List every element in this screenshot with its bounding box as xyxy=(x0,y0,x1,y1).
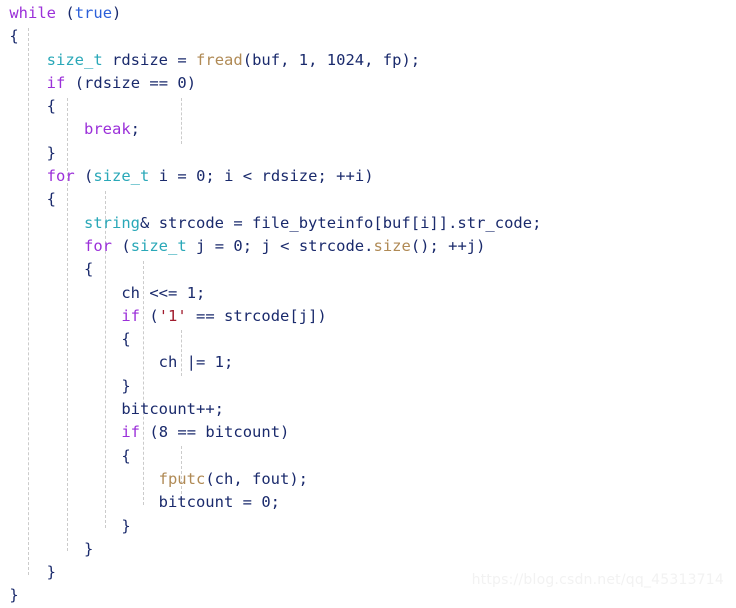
code-line-24: } xyxy=(0,539,94,558)
code-line-15: { xyxy=(0,330,131,349)
code-line-18: bitcount++; xyxy=(121,400,224,419)
code-line-5: { xyxy=(0,97,56,116)
code-line-7: } xyxy=(0,143,56,162)
code-line-21: fputc(ch, fout); xyxy=(158,469,309,488)
code-line-14: if ('1' == strcode[j]) xyxy=(121,306,327,325)
code-line-6: break; xyxy=(84,120,141,139)
code-line-20: { xyxy=(0,446,131,465)
code-line-19: if (8 == bitcount) xyxy=(121,423,290,442)
code-line-2: { xyxy=(0,27,19,46)
code-line-16: ch |= 1; xyxy=(158,353,234,372)
code-line-23: } xyxy=(0,516,131,535)
code-editor-view: while (true) { size_t rdsize = fread(buf… xyxy=(0,0,736,604)
code-lines: while (true) { size_t rdsize = fread(buf… xyxy=(0,0,736,608)
code-line-17: } xyxy=(0,376,131,395)
code-line-4: if (rdsize == 0) xyxy=(46,73,197,92)
code-line-22: bitcount = 0; xyxy=(158,493,281,512)
watermark: https://blog.csdn.net/qq_45313714 xyxy=(471,572,724,588)
code-line-12: { xyxy=(0,260,94,279)
code-line-13: ch <<= 1; xyxy=(121,283,206,302)
code-line-3: size_t rdsize = fread(buf, 1, 1024, fp); xyxy=(46,50,421,69)
code-line-8: for (size_t i = 0; i < rdsize; ++i) xyxy=(46,167,374,186)
code-line-9: { xyxy=(0,190,56,209)
code-line-11: for (size_t j = 0; j < strcode.size(); +… xyxy=(84,236,486,255)
code-line-10: string& strcode = file_byteinfo[buf[i]].… xyxy=(84,213,542,232)
code-line-1: while (true) xyxy=(9,4,122,22)
